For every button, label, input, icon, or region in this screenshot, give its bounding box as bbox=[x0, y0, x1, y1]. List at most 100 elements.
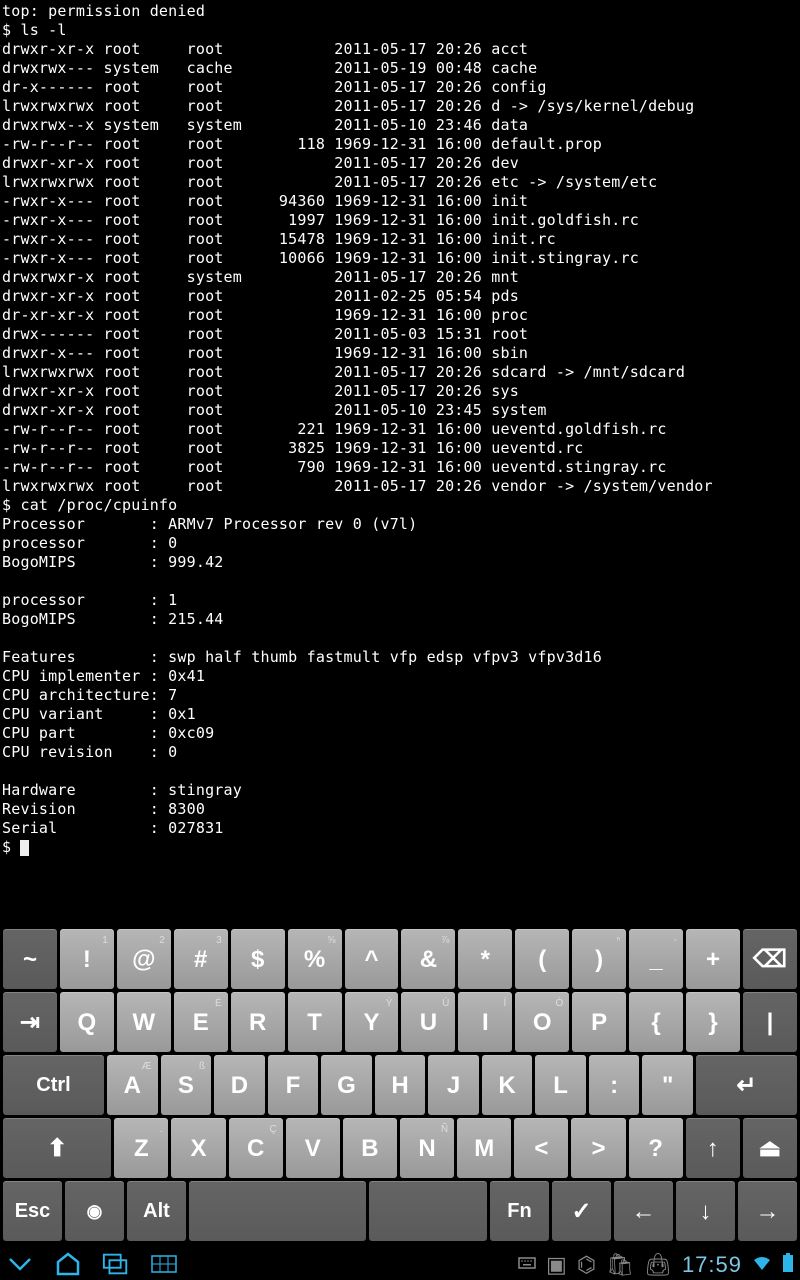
key-superscript: Ý bbox=[386, 994, 393, 1013]
usb-debug-icon[interactable]: ⌬ bbox=[577, 1255, 596, 1274]
key-A[interactable]: ÆA bbox=[107, 1055, 158, 1115]
key-O[interactable]: ÓO bbox=[515, 992, 569, 1052]
key-W[interactable]: W bbox=[117, 992, 171, 1052]
key-X[interactable]: X bbox=[171, 1118, 225, 1178]
key-$[interactable]: $ bbox=[231, 929, 285, 989]
key-S[interactable]: ßS bbox=[161, 1055, 212, 1115]
key-@[interactable]: 2@ bbox=[117, 929, 171, 989]
key-C[interactable]: ÇC bbox=[229, 1118, 283, 1178]
key-H[interactable]: H bbox=[375, 1055, 426, 1115]
key-?[interactable]: ? bbox=[629, 1118, 683, 1178]
key-superscript: - bbox=[674, 931, 677, 950]
key-([interactable]: ( bbox=[515, 929, 569, 989]
key-K[interactable]: K bbox=[482, 1055, 533, 1115]
keyboard-indicator-icon[interactable] bbox=[518, 1257, 536, 1271]
key-I[interactable]: ÍI bbox=[458, 992, 512, 1052]
key-label: Esc bbox=[15, 1202, 51, 1221]
key-}[interactable]: } bbox=[686, 992, 740, 1052]
key-|[interactable]: | bbox=[743, 992, 797, 1052]
key-)[interactable]: ⁿ) bbox=[572, 929, 626, 989]
key-~[interactable]: ~ bbox=[3, 929, 57, 989]
key-⌫[interactable]: ⌫ bbox=[743, 929, 797, 989]
key-→[interactable]: → bbox=[738, 1181, 797, 1241]
clock[interactable]: 17:59 bbox=[682, 1255, 742, 1274]
key-label: E bbox=[193, 1013, 209, 1032]
key-L[interactable]: L bbox=[535, 1055, 586, 1115]
key-label: ⌫ bbox=[753, 950, 787, 969]
key-![interactable]: 1! bbox=[60, 929, 114, 989]
key-N[interactable]: ÑN bbox=[400, 1118, 454, 1178]
key-D[interactable]: D bbox=[214, 1055, 265, 1115]
key-label: P bbox=[591, 1013, 607, 1032]
key-label: # bbox=[194, 950, 207, 969]
key-E[interactable]: ÉE bbox=[174, 992, 228, 1052]
key-label: < bbox=[534, 1139, 548, 1158]
key-P[interactable]: P bbox=[572, 992, 626, 1052]
apps-grid-icon[interactable] bbox=[150, 1252, 178, 1276]
key-superscript: ⅞ bbox=[441, 931, 449, 950]
key-^[interactable]: ^ bbox=[345, 929, 399, 989]
key-{[interactable]: { bbox=[629, 992, 683, 1052]
key-✓[interactable]: ✓ bbox=[552, 1181, 611, 1241]
key-V[interactable]: V bbox=[286, 1118, 340, 1178]
key-Y[interactable]: ÝY bbox=[345, 992, 399, 1052]
key-label: _ bbox=[649, 950, 662, 969]
key-Esc[interactable]: Esc bbox=[3, 1181, 62, 1241]
key-↓[interactable]: ↓ bbox=[676, 1181, 735, 1241]
key-label: L bbox=[553, 1076, 568, 1095]
terminal-cursor bbox=[20, 840, 29, 856]
key-%[interactable]: ⅝% bbox=[288, 929, 342, 989]
back-icon[interactable] bbox=[6, 1252, 34, 1276]
wifi-icon[interactable] bbox=[752, 1254, 772, 1274]
key-F[interactable]: F bbox=[268, 1055, 319, 1115]
key-R[interactable]: R bbox=[231, 992, 285, 1052]
key-U[interactable]: ÚU bbox=[401, 992, 455, 1052]
key-"[interactable]: " bbox=[642, 1055, 693, 1115]
shopping-icon[interactable]: 🛍︎ bbox=[606, 1255, 634, 1274]
key-+[interactable]: + bbox=[686, 929, 740, 989]
key-G[interactable]: G bbox=[321, 1055, 372, 1115]
key-label: Fn bbox=[507, 1202, 531, 1221]
home-icon[interactable] bbox=[54, 1252, 82, 1276]
key-_[interactable]: -_ bbox=[629, 929, 683, 989]
key-label: ← bbox=[632, 1202, 656, 1221]
key-label: V bbox=[305, 1139, 321, 1158]
key-B[interactable]: B bbox=[343, 1118, 397, 1178]
battery-icon[interactable] bbox=[782, 1253, 794, 1275]
key-⏏[interactable]: ⏏ bbox=[743, 1118, 797, 1178]
key-J[interactable]: J bbox=[428, 1055, 479, 1115]
key-#[interactable]: 3# bbox=[174, 929, 228, 989]
recent-apps-icon[interactable] bbox=[102, 1252, 130, 1276]
key-label: X bbox=[190, 1139, 206, 1158]
key-*[interactable]: * bbox=[458, 929, 512, 989]
key-↑[interactable]: ↑ bbox=[686, 1118, 740, 1178]
key-label: ↑ bbox=[707, 1139, 719, 1158]
key-Fn[interactable]: Fn bbox=[490, 1181, 549, 1241]
key-superscript: Ñ bbox=[441, 1120, 448, 1139]
key-⬆[interactable]: ⬆ bbox=[3, 1118, 111, 1178]
key-Z[interactable]: .Z bbox=[114, 1118, 168, 1178]
key-:[interactable]: : bbox=[589, 1055, 640, 1115]
key-M[interactable]: M bbox=[457, 1118, 511, 1178]
key-Ctrl[interactable]: Ctrl bbox=[3, 1055, 104, 1115]
key-Q[interactable]: Q bbox=[60, 992, 114, 1052]
key-&[interactable]: ⅞& bbox=[401, 929, 455, 989]
key-←[interactable]: ← bbox=[614, 1181, 673, 1241]
key-label: ⇥ bbox=[20, 1013, 40, 1032]
key-<[interactable]: < bbox=[514, 1118, 568, 1178]
key-space[interactable] bbox=[189, 1181, 366, 1241]
key-label: H bbox=[391, 1076, 408, 1095]
key->[interactable]: > bbox=[571, 1118, 625, 1178]
bag-icon[interactable]: 👜︎ bbox=[644, 1255, 672, 1274]
key-⇥[interactable]: ⇥ bbox=[3, 992, 57, 1052]
key-space[interactable] bbox=[369, 1181, 487, 1241]
terminal-output[interactable]: top: permission denied $ ls -l drwxr-xr-… bbox=[0, 0, 800, 859]
key-label: ? bbox=[648, 1139, 663, 1158]
notification-icon[interactable]: ▣ bbox=[546, 1255, 567, 1274]
key-label: K bbox=[498, 1076, 515, 1095]
key-label: ⬆ bbox=[47, 1139, 67, 1158]
key-↵[interactable]: ↵ bbox=[696, 1055, 797, 1115]
key-T[interactable]: T bbox=[288, 992, 342, 1052]
key-◉[interactable]: ◉ bbox=[65, 1181, 124, 1241]
key-Alt[interactable]: Alt bbox=[127, 1181, 186, 1241]
